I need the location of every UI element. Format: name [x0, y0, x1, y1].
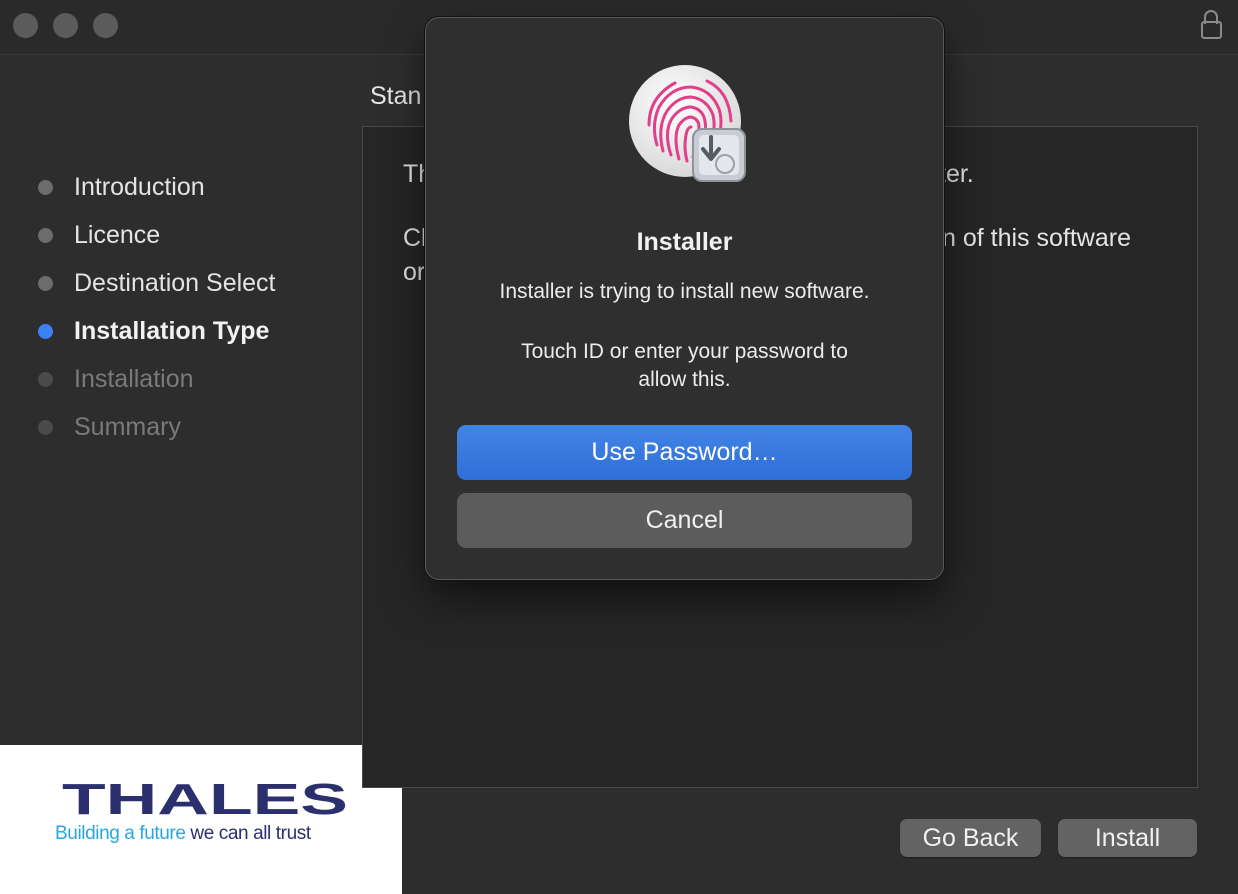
steps-sidebar: Introduction Licence Destination Select … [0, 55, 362, 745]
close-window-button[interactable] [13, 13, 38, 38]
go-back-button[interactable]: Go Back [900, 819, 1041, 857]
step-label: Licence [74, 220, 161, 249]
dialog-prompt-line-2: allow this. [638, 368, 731, 391]
tagline-part-1: Building a future [55, 823, 186, 844]
step-bullet-icon [38, 275, 53, 291]
logo-tagline: Building a future we can all trust [55, 823, 311, 845]
dialog-prompt-line-1: Touch ID or enter your password to [521, 340, 848, 363]
dialog-message: Installer is trying to install new softw… [499, 280, 870, 303]
step-bullet-icon [38, 419, 53, 435]
content-text: ter. [939, 160, 974, 188]
step-label: Installation Type [74, 316, 270, 345]
step-introduction: Introduction [38, 172, 205, 202]
tagline-part-2: we can all trust [185, 823, 311, 844]
minimize-window-button[interactable] [53, 13, 78, 38]
content-text: n of this software [942, 224, 1131, 252]
step-label: Summary [74, 412, 181, 441]
authentication-dialog: Installer Installer is trying to install… [425, 17, 944, 580]
step-label: Introduction [74, 172, 205, 201]
installer-window: Introduction Licence Destination Select … [0, 0, 1238, 894]
lock-icon [1200, 10, 1222, 39]
logo-wordmark: THALES [62, 778, 348, 820]
use-password-button[interactable]: Use Password… [457, 425, 912, 480]
content-text: Cl [403, 224, 427, 252]
step-bullet-icon [38, 227, 53, 243]
page-heading: Stan [370, 82, 422, 110]
dialog-title: Installer [636, 228, 733, 256]
step-bullet-icon [38, 323, 53, 339]
step-label: Destination Select [74, 268, 276, 297]
step-destination-select: Destination Select [38, 268, 276, 298]
step-licence: Licence [38, 220, 160, 250]
install-button[interactable]: Install [1058, 819, 1197, 857]
step-installation-type: Installation Type [38, 316, 269, 346]
step-label: Installation [74, 364, 194, 393]
content-text: or [403, 258, 426, 286]
step-summary: Summary [38, 412, 181, 442]
thales-logo: THALES [62, 778, 348, 820]
cancel-button[interactable]: Cancel [457, 493, 912, 548]
touch-id-fingerprint-icon [629, 65, 746, 182]
zoom-window-button[interactable] [93, 13, 118, 38]
step-installation: Installation [38, 364, 194, 394]
step-bullet-icon [38, 371, 53, 387]
step-bullet-icon [38, 179, 53, 195]
